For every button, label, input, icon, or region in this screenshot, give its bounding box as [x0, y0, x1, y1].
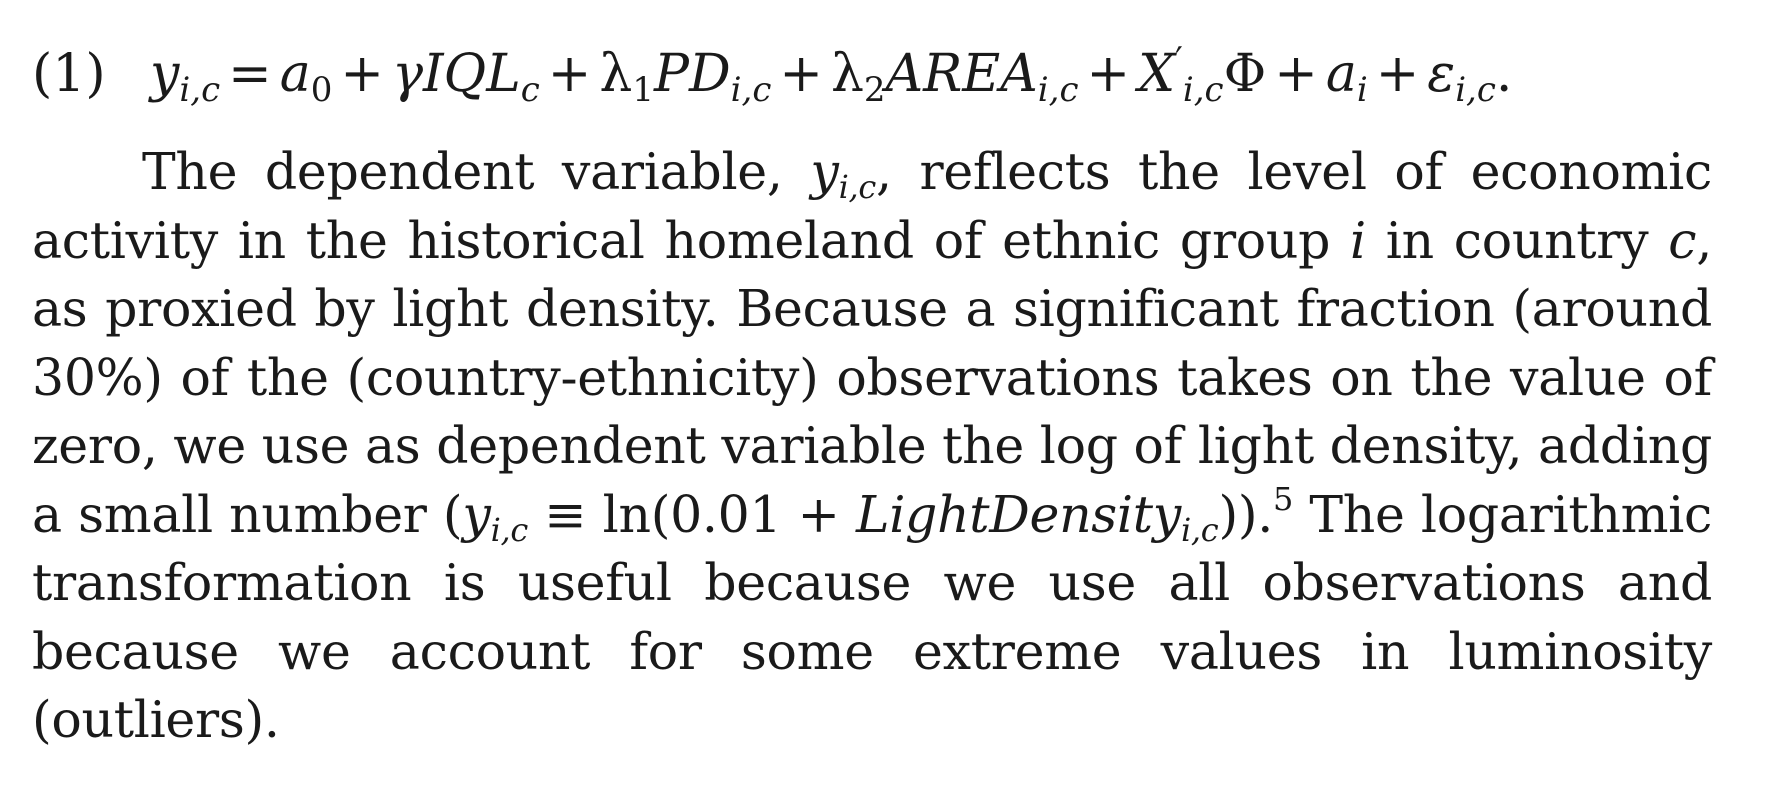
footnote-marker[interactable]: 5: [1273, 480, 1293, 518]
eq-x-sub: i,c: [1182, 70, 1224, 110]
eq-gamma-term: γIQL: [391, 44, 521, 104]
eq-lambda1: λ: [599, 44, 633, 104]
eq-x: X: [1138, 44, 1176, 104]
eq-area-sub: i,c: [1037, 70, 1079, 110]
para-y-var-2: y: [462, 484, 491, 544]
para-c-var: c: [1668, 210, 1697, 270]
eq-lhs-var: y: [150, 44, 180, 104]
eq-pd-sub: i,c: [730, 70, 772, 110]
para-light-density: LightDensity: [855, 484, 1181, 544]
para-light-sub: i,c: [1181, 510, 1219, 549]
eq-plus-4: +: [1086, 44, 1131, 104]
eq-a0-sub: 0: [310, 70, 333, 110]
eq-area: AREA: [885, 44, 1038, 104]
eq-lambda2-sub: 2: [863, 70, 886, 110]
eq-equals: =: [228, 44, 272, 104]
para-text-1: The dependent variable,: [142, 142, 811, 201]
eq-plus-5: +: [1274, 44, 1318, 104]
para-text-6: )).: [1218, 484, 1273, 544]
para-text-3: in country: [1365, 210, 1669, 270]
equation-number: (1): [32, 44, 106, 104]
eq-gamma-sub: c: [520, 70, 540, 110]
eq-lhs-sub: i,c: [179, 70, 221, 110]
eq-period: .: [1495, 44, 1513, 104]
equation-body: yi,c = a0 + γIQLc + λ1PDi,c + λ2AREAi,c + X′i,cΦ + a…: [150, 34, 1512, 114]
eq-lambda2: λ: [830, 44, 864, 104]
eq-phi: Φ: [1223, 44, 1267, 104]
eq-plus-1: +: [340, 44, 384, 104]
eq-plus-6: +: [1375, 44, 1420, 104]
eq-plus-2: +: [547, 44, 592, 104]
para-y-sub-1: i,c: [838, 168, 877, 206]
eq-pd: PD: [653, 44, 731, 104]
body-paragraph: The dependent variable, yi,c, reflects t…: [32, 138, 1712, 755]
eq-epsilon: ε: [1427, 44, 1456, 104]
para-text-5: ≡ ln(0.01 +: [528, 484, 856, 544]
eq-plus-3: +: [779, 44, 823, 104]
page: (1) yi,c = a0 + γIQLc + λ1PDi,c + λ2AREAi,c + X′i,…: [32, 20, 1712, 755]
para-i-var: i: [1350, 210, 1366, 270]
para-y-var-1: y: [810, 142, 839, 201]
eq-a0: a: [279, 44, 311, 104]
para-y-sub-2: i,c: [490, 510, 529, 549]
eq-lambda1-sub: 1: [632, 70, 654, 110]
eq-ai-sub: i: [1356, 70, 1368, 110]
eq-ai: a: [1325, 44, 1357, 104]
eq-epsilon-sub: i,c: [1455, 70, 1496, 110]
eq-x-prime: ′: [1175, 40, 1183, 80]
equation-block: (1) yi,c = a0 + γIQLc + λ1PDi,c + λ2AREAi,c + X′i,…: [32, 20, 1712, 138]
